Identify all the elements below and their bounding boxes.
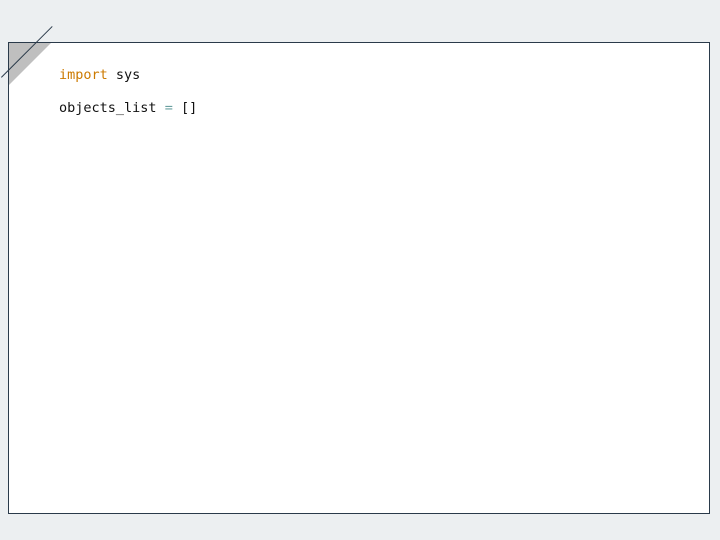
app-stage: import sys objects_list = [] <box>0 0 720 540</box>
code-token-ident: objects_list <box>59 100 157 116</box>
code-editor[interactable]: import sys objects_list = [] <box>59 67 699 490</box>
code-token-ident: sys <box>116 67 140 83</box>
code-line: import sys <box>59 67 140 83</box>
code-token-punct: [] <box>181 100 197 116</box>
code-card: import sys objects_list = [] <box>8 42 710 514</box>
code-line: objects_list = [] <box>59 100 197 116</box>
code-token-keyword: import <box>59 67 108 83</box>
code-token-op: = <box>165 100 173 116</box>
folded-corner-icon <box>9 43 51 85</box>
